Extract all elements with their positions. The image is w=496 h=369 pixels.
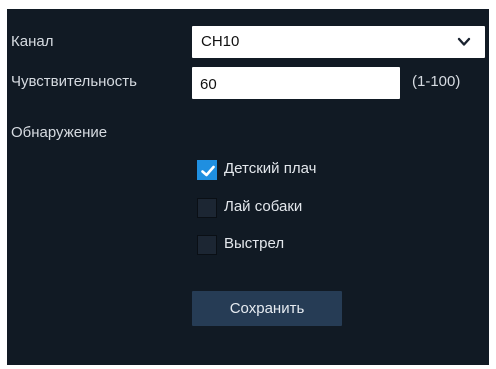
gunshot-checkbox[interactable] [197, 235, 217, 255]
baby-cry-checkbox[interactable] [197, 160, 217, 180]
channel-select[interactable]: CH10 [192, 26, 485, 58]
checkmark-icon [201, 165, 215, 177]
sensitivity-input[interactable]: 60 [192, 67, 400, 99]
sensitivity-input-value: 60 [200, 76, 217, 93]
settings-panel: Канал CH10 Чувствительность 60 (1-100) О… [7, 9, 489, 365]
save-button[interactable]: Сохранить [192, 291, 342, 326]
detection-label: Обнаружение [11, 124, 108, 141]
sensitivity-label: Чувствительность [11, 73, 137, 90]
dog-bark-checkbox[interactable] [197, 198, 217, 218]
baby-cry-label: Детский плач [224, 160, 317, 177]
chevron-down-icon [457, 35, 471, 49]
gunshot-label: Выстрел [224, 235, 285, 252]
sensitivity-range-hint: (1-100) [412, 73, 461, 90]
dog-bark-label: Лай собаки [224, 198, 303, 215]
channel-label: Канал [11, 33, 54, 50]
channel-select-value: CH10 [201, 33, 240, 50]
